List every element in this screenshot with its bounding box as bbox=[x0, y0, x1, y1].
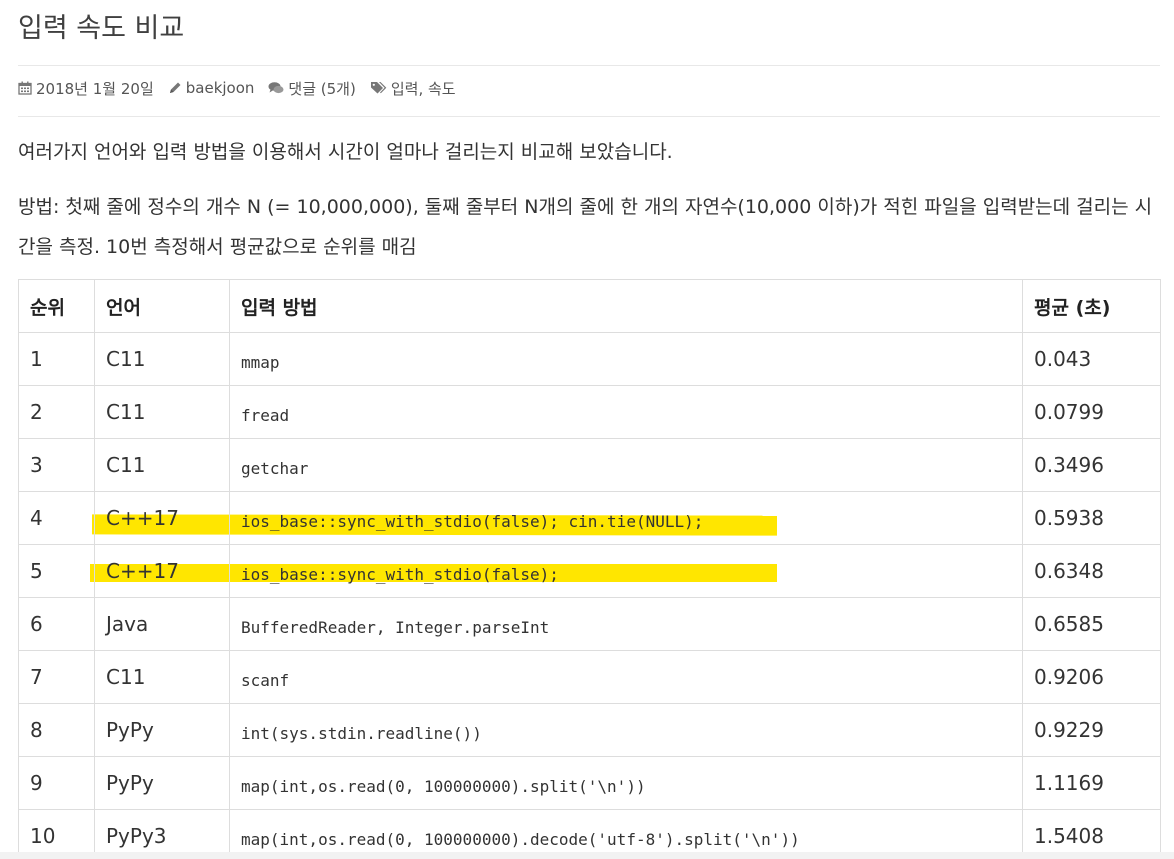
method-code: map(int,os.read(0, 100000000).decode('ut… bbox=[241, 830, 800, 849]
cell-time: 0.3496 bbox=[1022, 438, 1161, 492]
cell-method: int(sys.stdin.readline()) bbox=[229, 703, 1023, 757]
divider-bottom bbox=[18, 116, 1160, 117]
method-paragraph: 방법: 첫째 줄에 정수의 개수 N (= 10,000,000), 둘째 줄부… bbox=[18, 196, 1153, 258]
table-row: 9 PyPy map(int,os.read(0, 100000000).spl… bbox=[18, 756, 1161, 810]
cell-language: PyPy bbox=[94, 703, 230, 757]
cell-time: 0.9206 bbox=[1022, 650, 1161, 704]
cell-rank: 3 bbox=[18, 438, 95, 492]
cell-time: 0.6348 bbox=[1022, 544, 1161, 598]
cell-time: 0.6585 bbox=[1022, 597, 1161, 651]
table-row: 6 Java BufferedReader, Integer.parseInt … bbox=[18, 597, 1161, 651]
cell-language: C11 bbox=[94, 438, 230, 492]
header-average-time: 평균 (초) bbox=[1022, 279, 1161, 333]
table-row: 1 C11 mmap 0.043 bbox=[18, 332, 1161, 386]
method-code: fread bbox=[241, 406, 290, 425]
cell-language: PyPy bbox=[94, 756, 230, 810]
table-row: 8 PyPy int(sys.stdin.readline()) 0.9229 bbox=[18, 703, 1161, 757]
table-row: 5 C++17 ios_base::sync_with_stdio(false)… bbox=[18, 544, 1161, 598]
cell-method: fread bbox=[229, 385, 1023, 439]
cell-rank: 2 bbox=[18, 385, 95, 439]
cell-method: map(int,os.read(0, 100000000).split('\n'… bbox=[229, 756, 1023, 810]
post-title: 입력 속도 비교 bbox=[18, 13, 185, 44]
header-input-method: 입력 방법 bbox=[229, 279, 1023, 333]
table-header-row: 순위 언어 입력 방법 평균 (초) bbox=[18, 279, 1161, 333]
cell-method: ios_base::sync_with_stdio(false); bbox=[229, 544, 1023, 598]
method-code: ios_base::sync_with_stdio(false); cin.ti… bbox=[241, 512, 704, 531]
cell-rank: 1 bbox=[18, 332, 95, 386]
table-row: 4 C++17 ios_base::sync_with_stdio(false)… bbox=[18, 491, 1161, 545]
table-row: 2 C11 fread 0.0799 bbox=[18, 385, 1161, 439]
results-table: 순위 언어 입력 방법 평균 (초) 1 C11 mmap 0.043 2 C1… bbox=[18, 279, 1161, 859]
cell-method: ios_base::sync_with_stdio(false); cin.ti… bbox=[229, 491, 1023, 545]
divider-top bbox=[18, 65, 1160, 66]
cell-rank: 9 bbox=[18, 756, 95, 810]
method-code: getchar bbox=[241, 459, 309, 478]
cell-language: C11 bbox=[94, 332, 230, 386]
intro-paragraph: 여러가지 언어와 입력 방법을 이용해서 시간이 얼마나 걸리는지 비교해 보았… bbox=[18, 141, 673, 163]
cell-time: 1.1169 bbox=[1022, 756, 1161, 810]
method-code: map(int,os.read(0, 100000000).split('\n'… bbox=[241, 777, 646, 796]
post-date-text: 2018년 1월 20일 bbox=[36, 79, 154, 98]
cell-method: mmap bbox=[229, 332, 1023, 386]
cell-rank: 7 bbox=[18, 650, 95, 704]
cell-rank: 8 bbox=[18, 703, 95, 757]
method-code: mmap bbox=[241, 353, 280, 372]
method-code: BufferedReader, Integer.parseInt bbox=[241, 618, 550, 637]
cell-rank: 4 bbox=[18, 491, 95, 545]
post-date: 2018년 1월 20일 bbox=[18, 78, 154, 99]
viewport-bottom-edge bbox=[0, 852, 1174, 859]
pencil-icon bbox=[169, 82, 181, 93]
comments-icon bbox=[268, 82, 284, 94]
cell-time: 0.0799 bbox=[1022, 385, 1161, 439]
header-language: 언어 bbox=[94, 279, 230, 333]
tags-icon bbox=[370, 82, 387, 94]
cell-language: C++17 bbox=[94, 491, 230, 545]
post-comments[interactable]: 댓글 (5개) bbox=[268, 78, 356, 99]
post-meta: 2018년 1월 20일 baekjoon 댓글 (5개) 입력, 속도 bbox=[18, 76, 470, 100]
cell-method: BufferedReader, Integer.parseInt bbox=[229, 597, 1023, 651]
cell-time: 0.5938 bbox=[1022, 491, 1161, 545]
cell-time: 0.9229 bbox=[1022, 703, 1161, 757]
post-page: 입력 속도 비교 2018년 1월 20일 baekjoon 댓글 (5개) 입… bbox=[0, 0, 1174, 859]
header-rank: 순위 bbox=[18, 279, 95, 333]
cell-method: getchar bbox=[229, 438, 1023, 492]
method-code: ios_base::sync_with_stdio(false); bbox=[241, 565, 559, 584]
cell-rank: 6 bbox=[18, 597, 95, 651]
post-author-link[interactable]: baekjoon bbox=[186, 79, 255, 97]
cell-time: 0.043 bbox=[1022, 332, 1161, 386]
cell-method: scanf bbox=[229, 650, 1023, 704]
method-code: scanf bbox=[241, 671, 290, 690]
post-author[interactable]: baekjoon bbox=[168, 79, 255, 97]
method-code: int(sys.stdin.readline()) bbox=[241, 724, 482, 743]
cell-language: C++17 bbox=[94, 544, 230, 598]
cell-language: C11 bbox=[94, 650, 230, 704]
calendar-icon bbox=[18, 81, 32, 95]
post-tags-links[interactable]: 입력, 속도 bbox=[391, 78, 456, 99]
table-row: 7 C11 scanf 0.9206 bbox=[18, 650, 1161, 704]
cell-language: C11 bbox=[94, 385, 230, 439]
cell-rank: 5 bbox=[18, 544, 95, 598]
table-row: 3 C11 getchar 0.3496 bbox=[18, 438, 1161, 492]
post-comments-link[interactable]: 댓글 (5개) bbox=[288, 78, 355, 99]
post-tags: 입력, 속도 bbox=[370, 78, 456, 99]
cell-language: Java bbox=[94, 597, 230, 651]
